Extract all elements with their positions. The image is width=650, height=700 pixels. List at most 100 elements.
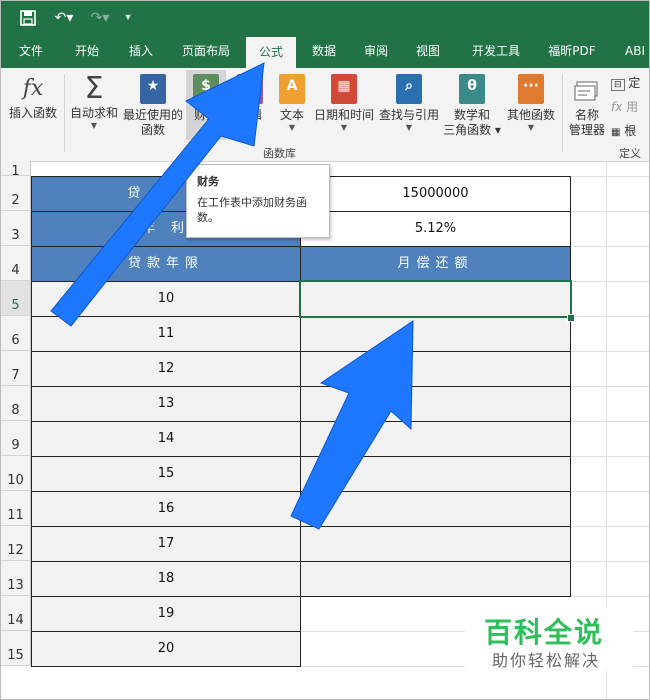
tab-view[interactable]: 视图 [405, 35, 451, 68]
ribbon-tabs: 文件 开始 插入 页面布局 公式 数据 审阅 视图 开发工具 福昕PDF ABI [1, 35, 649, 68]
more-functions-book-icon: ··· [518, 74, 544, 104]
lookup-reference-label: 查找与引用 [378, 108, 439, 122]
row-header-9[interactable]: 9 [1, 421, 31, 456]
loan-years-header-cell[interactable]: 贷款年限 [31, 246, 301, 282]
recently-used-button[interactable]: ★ 最近使用的 函数 [121, 72, 185, 138]
tab-home[interactable]: 开始 [61, 35, 113, 68]
date-time-button[interactable]: ▦ 日期和时间 ▼ [313, 72, 375, 133]
annual-rate-value-cell[interactable]: 5.12% [300, 211, 571, 247]
create-from-selection-button[interactable]: ▦ 根 [611, 122, 636, 139]
tab-data[interactable]: 数据 [301, 35, 347, 68]
loan-years-cell[interactable]: 19 [31, 596, 301, 632]
watermark-logo: 百科全说 助你轻松解决 [465, 607, 633, 671]
monthly-payment-cell[interactable] [300, 456, 571, 492]
quick-access-toolbar: ↶▾ ↷▾ ▾ [1, 1, 649, 35]
lookup-reference-button[interactable]: ⌕ 查找与引用 ▼ [377, 72, 441, 133]
loan-amount-value-cell[interactable]: 15000000 [300, 176, 571, 212]
watermark-subtitle: 助你轻松解决 [492, 651, 601, 670]
chevron-down-icon: ▼ [527, 123, 535, 132]
use-in-formula-button[interactable]: fx 用 [611, 98, 638, 115]
chevron-down-icon: ▼ [288, 123, 296, 132]
financial-book-icon: $ [193, 74, 219, 104]
selected-cell[interactable] [299, 280, 572, 318]
more-functions-button[interactable]: ··· 其他函数 ▼ [503, 72, 559, 133]
undo-button[interactable]: ↶▾ [49, 7, 79, 29]
monthly-payment-cell[interactable] [300, 561, 571, 597]
monthly-payment-cell[interactable] [300, 526, 571, 562]
text-label: 文本 [279, 108, 304, 122]
text-book-icon: A [279, 74, 305, 104]
row-header-1[interactable]: 1 [1, 161, 31, 179]
text-button[interactable]: A 文本 ▼ [273, 72, 311, 133]
row-header-4[interactable]: 4 [1, 246, 31, 281]
financial-button[interactable]: $ 财务 ▼ [186, 70, 226, 140]
tab-abi[interactable]: ABI [615, 35, 649, 68]
ribbon-formulas: fx 插入函数 Σ 自动求和 ▼ ★ 最近使用的 函数 $ 财务 ▼ ? 逻辑 … [1, 68, 649, 162]
chevron-down-icon: ▼ [340, 123, 348, 132]
monthly-payment-cell[interactable] [300, 351, 571, 387]
ribbon-separator [562, 74, 563, 152]
math-trig-button[interactable]: θ 数学和 三角函数 ▾ [442, 72, 502, 138]
loan-years-cell[interactable]: 18 [31, 561, 301, 597]
tab-foxit-pdf[interactable]: 福昕PDF [539, 35, 605, 68]
save-icon[interactable] [17, 7, 39, 29]
row-header-3[interactable]: 3 [1, 211, 31, 246]
loan-years-cell[interactable]: 13 [31, 386, 301, 422]
row-header-12[interactable]: 12 [1, 526, 31, 561]
tab-formulas[interactable]: 公式 [246, 37, 296, 68]
recently-used-label-2: 函数 [140, 123, 165, 137]
redo-button[interactable]: ↷▾ [85, 7, 115, 29]
monthly-payment-cell[interactable] [300, 386, 571, 422]
chevron-down-icon: ▼ [405, 123, 413, 132]
name-manager-button[interactable]: 名称 管理器 [565, 72, 609, 138]
more-functions-label: 其他函数 [506, 108, 555, 122]
monthly-payment-cell[interactable] [300, 491, 571, 527]
loan-years-cell[interactable]: 10 [31, 281, 301, 317]
row-header-5[interactable]: 5 [1, 281, 31, 316]
autosum-button[interactable]: Σ 自动求和 ▼ [67, 72, 121, 131]
loan-years-cell[interactable]: 11 [31, 316, 301, 352]
tab-review[interactable]: 审阅 [353, 35, 399, 68]
monthly-payment-cell[interactable] [300, 421, 571, 457]
loan-years-cell[interactable]: 14 [31, 421, 301, 457]
tab-page-layout[interactable]: 页面布局 [171, 35, 241, 68]
row-header-11[interactable]: 11 [1, 491, 31, 526]
financial-tooltip: 财务 在工作表中添加财务函数。 [186, 164, 330, 238]
row-header-10[interactable]: 10 [1, 456, 31, 491]
lookup-book-icon: ⌕ [396, 74, 422, 104]
logical-book-icon: ? [237, 74, 263, 104]
insert-function-button[interactable]: fx 插入函数 [5, 72, 61, 121]
row-header-15[interactable]: 15 [1, 631, 31, 666]
recently-used-label-1: 最近使用的 [122, 108, 183, 122]
math-trig-label-2: 三角函数 ▾ [443, 123, 501, 137]
define-name-button[interactable]: ⊟ 定 [611, 74, 640, 91]
fx-icon: fx [22, 76, 44, 101]
monthly-payment-header-cell[interactable]: 月偿还额 [300, 246, 571, 282]
name-manager-label-2: 管理器 [568, 123, 605, 137]
tab-insert[interactable]: 插入 [115, 35, 167, 68]
financial-label: 财务 [193, 108, 218, 122]
tab-file[interactable]: 文件 [5, 35, 57, 68]
name-manager-icon [573, 76, 601, 104]
row-header-13[interactable]: 13 [1, 561, 31, 596]
row-header-8[interactable]: 8 [1, 386, 31, 421]
loan-years-cell[interactable]: 20 [31, 631, 301, 667]
monthly-payment-cell[interactable] [300, 316, 571, 352]
customize-toolbar-button[interactable]: ▾ [121, 7, 135, 29]
fill-handle[interactable] [567, 314, 575, 322]
row-header-7[interactable]: 7 [1, 351, 31, 386]
row-header-14[interactable]: 14 [1, 596, 31, 631]
defined-names-group-label: 定义 [619, 147, 641, 160]
loan-years-cell[interactable]: 12 [31, 351, 301, 387]
star-book-icon: ★ [140, 74, 166, 104]
logical-label: 逻辑 [237, 108, 262, 122]
loan-years-cell[interactable]: 15 [31, 456, 301, 492]
tab-developer[interactable]: 开发工具 [463, 35, 529, 68]
logical-button[interactable]: ? 逻辑 ▼ [230, 72, 270, 133]
autosum-label: 自动求和 [69, 106, 118, 120]
row-header-2[interactable]: 2 [1, 176, 31, 211]
row-header-6[interactable]: 6 [1, 316, 31, 351]
tooltip-title: 财务 [197, 175, 219, 188]
loan-years-cell[interactable]: 17 [31, 526, 301, 562]
loan-years-cell[interactable]: 16 [31, 491, 301, 527]
